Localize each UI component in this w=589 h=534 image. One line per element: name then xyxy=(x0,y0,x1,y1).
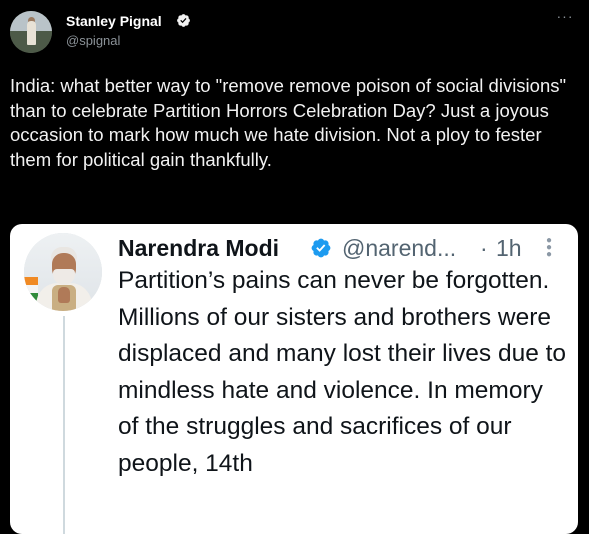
quoted-author-handle[interactable]: @narend... xyxy=(342,235,456,262)
quoted-author-name[interactable]: Narendra Modi xyxy=(118,235,279,262)
flag-white-stripe xyxy=(24,285,38,293)
quoted-author-avatar[interactable] xyxy=(24,233,102,311)
author-name[interactable]: Stanley Pignal xyxy=(66,13,162,29)
ellipsis-icon[interactable]: ··· xyxy=(553,8,577,28)
avatar-person-hands xyxy=(58,287,70,303)
quoted-timestamp[interactable]: 1h xyxy=(496,235,522,262)
vertical-ellipsis-icon[interactable]: ● ● ● xyxy=(544,236,554,260)
flag-saffron-stripe xyxy=(24,277,38,285)
tweet-text: India: what better way to "remove remove… xyxy=(10,75,567,170)
thread-line xyxy=(63,316,65,534)
quoted-tweet-card[interactable]: Narendra Modi @narend... · 1h ● ● ● Partit… xyxy=(10,224,578,534)
avatar-person-body xyxy=(27,21,36,45)
verified-badge-icon xyxy=(311,238,331,258)
separator-dot: · xyxy=(480,235,488,261)
verified-badge-icon xyxy=(177,14,190,27)
quoted-tweet-text: Partition’s pains can never be forgotten… xyxy=(118,267,567,477)
author-handle[interactable]: @spignal xyxy=(66,33,120,48)
author-avatar[interactable] xyxy=(10,11,52,53)
